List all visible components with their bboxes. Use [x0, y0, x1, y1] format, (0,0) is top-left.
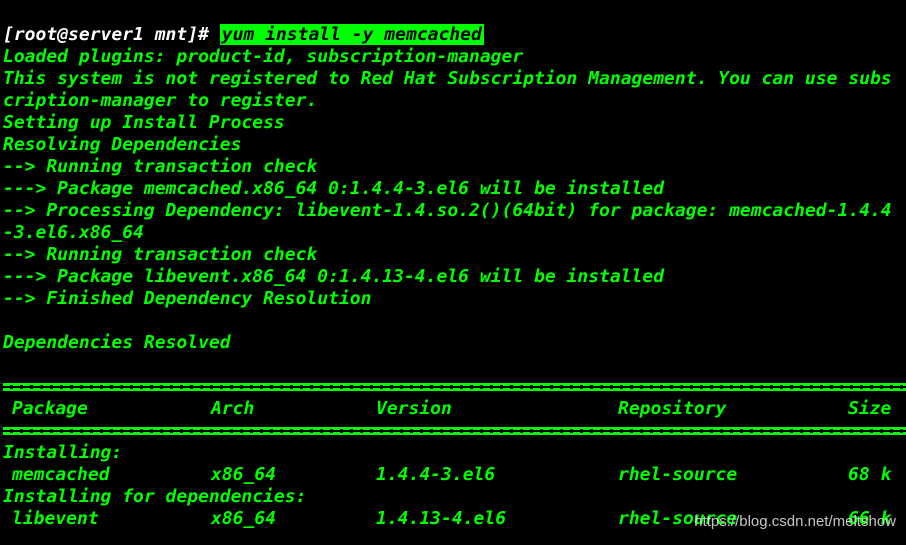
output-line: --> Running transaction check	[3, 244, 318, 265]
row-package: memcached	[12, 464, 110, 485]
header-package: Package	[12, 398, 88, 419]
output-line: --> Finished Dependency Resolution	[3, 288, 372, 309]
row-arch: x86_64	[211, 508, 277, 529]
deps-label: Installing for dependencies:	[3, 486, 307, 507]
row-version: 1.4.13-4.el6	[376, 508, 507, 529]
shell-prompt: [root@server1 mnt]#	[3, 24, 220, 45]
output-line: Setting up Install Process	[3, 112, 285, 133]
installing-label: Installing:	[3, 442, 123, 463]
typed-command: yum install -y memcached	[219, 24, 484, 45]
output-line: -3.el6.x86_64	[3, 222, 144, 243]
output-line: cription-manager to register.	[3, 90, 318, 111]
table-header-row: Package Arch Version Repository Size	[0, 398, 906, 420]
output-line: Loaded plugins: product-id, subscription…	[3, 46, 524, 67]
output-line: Resolving Dependencies	[3, 134, 242, 155]
output-line: ---> Package memcached.x86_64 0:1.4.4-3.…	[3, 178, 665, 199]
output-line: --> Running transaction check	[3, 156, 318, 177]
table-row: memcached x86_64 1.4.4-3.el6 rhel-source…	[0, 464, 906, 486]
output-line: This system is not registered to Red Hat…	[3, 68, 892, 89]
row-package: libevent	[12, 508, 99, 529]
terminal-window[interactable]: [root@server1 mnt]# yum install -y memca…	[0, 0, 906, 545]
command-line: [root@server1 mnt]# yum install -y memca…	[0, 24, 906, 46]
header-arch: Arch	[211, 398, 255, 419]
header-repository: Repository	[618, 398, 727, 419]
header-version: Version	[376, 398, 452, 419]
row-size: 68 k	[848, 464, 892, 485]
header-size: Size	[848, 398, 892, 419]
row-version: 1.4.4-3.el6	[376, 464, 496, 485]
watermark-text: https://blog.csdn.net/meltshow	[694, 513, 896, 530]
output-line: ---> Package libevent.x86_64 0:1.4.13-4.…	[3, 266, 665, 287]
output-line: Dependencies Resolved	[3, 332, 231, 353]
table-rule-mid	[0, 420, 906, 442]
row-arch: x86_64	[211, 464, 277, 485]
output-line: --> Processing Dependency: libevent-1.4.…	[3, 200, 892, 221]
row-repository: rhel-source	[618, 464, 738, 485]
table-rule-top	[0, 376, 906, 398]
